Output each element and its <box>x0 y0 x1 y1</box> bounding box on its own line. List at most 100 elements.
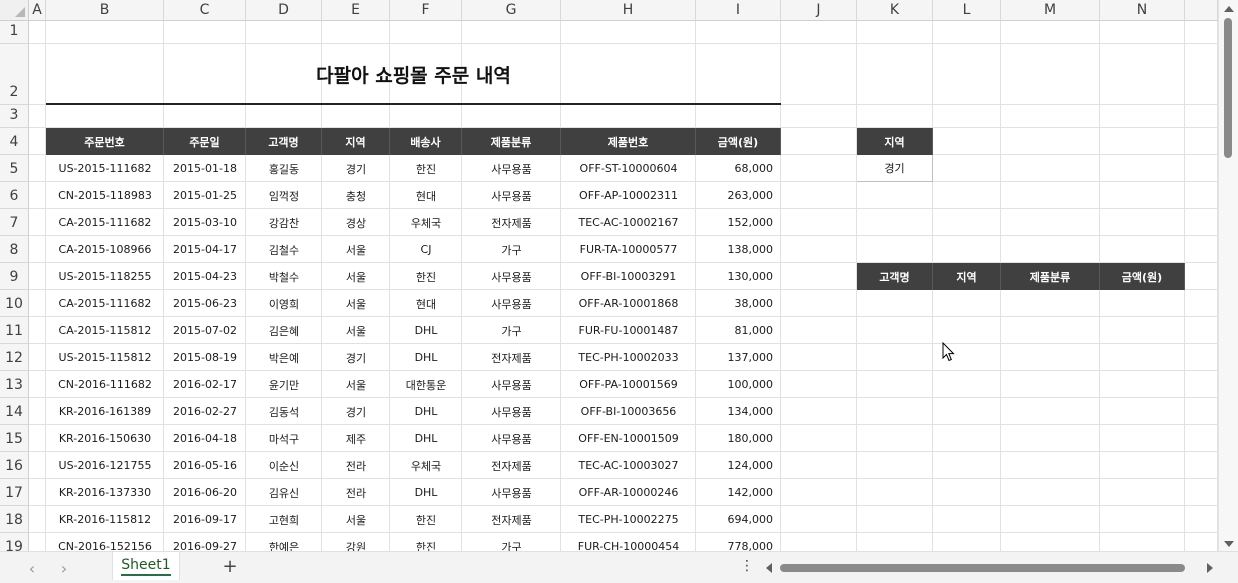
table-cell[interactable]: OFF-ST-10000604 <box>561 155 696 182</box>
table-cell[interactable]: 전라 <box>322 452 390 479</box>
table-cell[interactable]: 경기 <box>322 155 390 182</box>
table-cell[interactable]: CA-2015-108966 <box>46 236 164 263</box>
vertical-scroll-thumb[interactable] <box>1224 18 1232 158</box>
table-header-cell[interactable]: 고객명 <box>246 128 322 155</box>
table-cell[interactable]: 138,000 <box>696 236 781 263</box>
table-cell[interactable]: 이순신 <box>246 452 322 479</box>
table-cell[interactable]: 한진 <box>390 506 462 533</box>
table-cell[interactable]: 서울 <box>322 317 390 344</box>
table-cell[interactable]: 사무용품 <box>462 425 561 452</box>
table-cell[interactable]: 강원 <box>322 533 390 552</box>
scroll-down-icon[interactable] <box>1224 541 1234 547</box>
table-cell[interactable]: OFF-BI-10003291 <box>561 263 696 290</box>
select-all-corner[interactable] <box>0 0 29 21</box>
table-cell[interactable]: 2015-04-17 <box>164 236 246 263</box>
row-header-19[interactable]: 19 <box>0 533 29 551</box>
column-header-h[interactable]: H <box>561 0 696 21</box>
table-cell[interactable]: 134,000 <box>696 398 781 425</box>
table-cell[interactable]: 임꺽정 <box>246 182 322 209</box>
table-cell[interactable]: OFF-AR-10000246 <box>561 479 696 506</box>
table-cell[interactable]: 전자제품 <box>462 344 561 371</box>
table-cell[interactable]: KR-2016-161389 <box>46 398 164 425</box>
table-cell[interactable]: 2015-08-19 <box>164 344 246 371</box>
column-header-f[interactable]: F <box>390 0 462 21</box>
table-cell[interactable]: 100,000 <box>696 371 781 398</box>
table-cell[interactable]: 2015-01-25 <box>164 182 246 209</box>
row-header-18[interactable]: 18 <box>0 506 29 533</box>
table-cell[interactable]: 전라 <box>322 479 390 506</box>
column-header-n[interactable]: N <box>1100 0 1185 21</box>
table-cell[interactable]: 한예은 <box>246 533 322 552</box>
table-cell[interactable]: 서울 <box>322 371 390 398</box>
column-header-l[interactable]: L <box>933 0 1001 21</box>
column-header-m[interactable]: M <box>1001 0 1100 21</box>
row-header-10[interactable]: 10 <box>0 290 29 317</box>
table-cell[interactable]: 경기 <box>322 398 390 425</box>
table-cell[interactable]: 가구 <box>462 533 561 552</box>
row-header-17[interactable]: 17 <box>0 479 29 506</box>
table-cell[interactable]: TEC-AC-10002167 <box>561 209 696 236</box>
table-cell[interactable]: 137,000 <box>696 344 781 371</box>
horizontal-scroll-thumb[interactable] <box>780 564 1185 572</box>
row-header-14[interactable]: 14 <box>0 398 29 425</box>
table-cell[interactable]: 충청 <box>322 182 390 209</box>
column-header-j[interactable]: J <box>781 0 857 21</box>
table-cell[interactable]: DHL <box>390 425 462 452</box>
table-cell[interactable]: TEC-PH-10002033 <box>561 344 696 371</box>
row-header-1[interactable]: 1 <box>0 21 29 44</box>
table-header-cell[interactable]: 배송사 <box>390 128 462 155</box>
column-header-d[interactable]: D <box>246 0 322 21</box>
table-cell[interactable]: 2016-06-20 <box>164 479 246 506</box>
table-cell[interactable]: 한진 <box>390 155 462 182</box>
table-cell[interactable]: 2015-03-10 <box>164 209 246 236</box>
row-header-8[interactable]: 8 <box>0 236 29 263</box>
table-cell[interactable]: 전자제품 <box>462 506 561 533</box>
table-cell[interactable]: 2016-09-17 <box>164 506 246 533</box>
vertical-scrollbar[interactable] <box>1218 0 1238 551</box>
table-cell[interactable]: CN-2016-111682 <box>46 371 164 398</box>
table-cell[interactable]: 사무용품 <box>462 263 561 290</box>
criteria-header[interactable]: 지역 <box>857 128 933 155</box>
criteria-value[interactable]: 경기 <box>857 155 933 182</box>
row-header-11[interactable]: 11 <box>0 317 29 344</box>
table-cell[interactable]: 홍길동 <box>246 155 322 182</box>
table-cell[interactable]: 고현희 <box>246 506 322 533</box>
table-cell[interactable]: OFF-AR-10001868 <box>561 290 696 317</box>
table-cell[interactable]: 김철수 <box>246 236 322 263</box>
table-cell[interactable]: 가구 <box>462 236 561 263</box>
table-cell[interactable]: 130,000 <box>696 263 781 290</box>
table-cell[interactable]: 124,000 <box>696 452 781 479</box>
table-cell[interactable]: KR-2016-137330 <box>46 479 164 506</box>
table-cell[interactable]: 서울 <box>322 263 390 290</box>
table-cell[interactable]: 이영희 <box>246 290 322 317</box>
table-cell[interactable]: 우체국 <box>390 452 462 479</box>
more-options-icon[interactable]: ⋮ <box>740 558 754 574</box>
table-cell[interactable]: 마석구 <box>246 425 322 452</box>
table-cell[interactable]: 사무용품 <box>462 290 561 317</box>
table-cell[interactable]: 전자제품 <box>462 209 561 236</box>
table-cell[interactable]: 서울 <box>322 236 390 263</box>
table-cell[interactable]: 서울 <box>322 290 390 317</box>
table-cell[interactable]: 2016-05-16 <box>164 452 246 479</box>
table-cell[interactable]: 사무용품 <box>462 371 561 398</box>
table-cell[interactable]: OFF-AP-10002311 <box>561 182 696 209</box>
row-header-7[interactable]: 7 <box>0 209 29 236</box>
table-cell[interactable]: DHL <box>390 344 462 371</box>
sheet-tab-sheet1[interactable]: Sheet1 <box>112 552 180 580</box>
table-header-cell[interactable]: 제품번호 <box>561 128 696 155</box>
result-header-cell[interactable]: 금액(원) <box>1100 263 1185 290</box>
column-header-c[interactable]: C <box>164 0 246 21</box>
table-cell[interactable]: FUR-FU-10001487 <box>561 317 696 344</box>
table-cell[interactable]: KR-2016-115812 <box>46 506 164 533</box>
table-cell[interactable]: OFF-EN-10001509 <box>561 425 696 452</box>
table-cell[interactable]: CN-2015-118983 <box>46 182 164 209</box>
row-header-6[interactable]: 6 <box>0 182 29 209</box>
table-cell[interactable]: 2016-02-27 <box>164 398 246 425</box>
table-cell[interactable]: OFF-BI-10003656 <box>561 398 696 425</box>
table-cell[interactable]: DHL <box>390 317 462 344</box>
row-header-15[interactable]: 15 <box>0 425 29 452</box>
add-sheet-icon[interactable]: + <box>220 556 240 577</box>
scroll-up-icon[interactable] <box>1224 6 1234 12</box>
table-cell[interactable]: US-2016-121755 <box>46 452 164 479</box>
table-cell[interactable]: 한진 <box>390 263 462 290</box>
